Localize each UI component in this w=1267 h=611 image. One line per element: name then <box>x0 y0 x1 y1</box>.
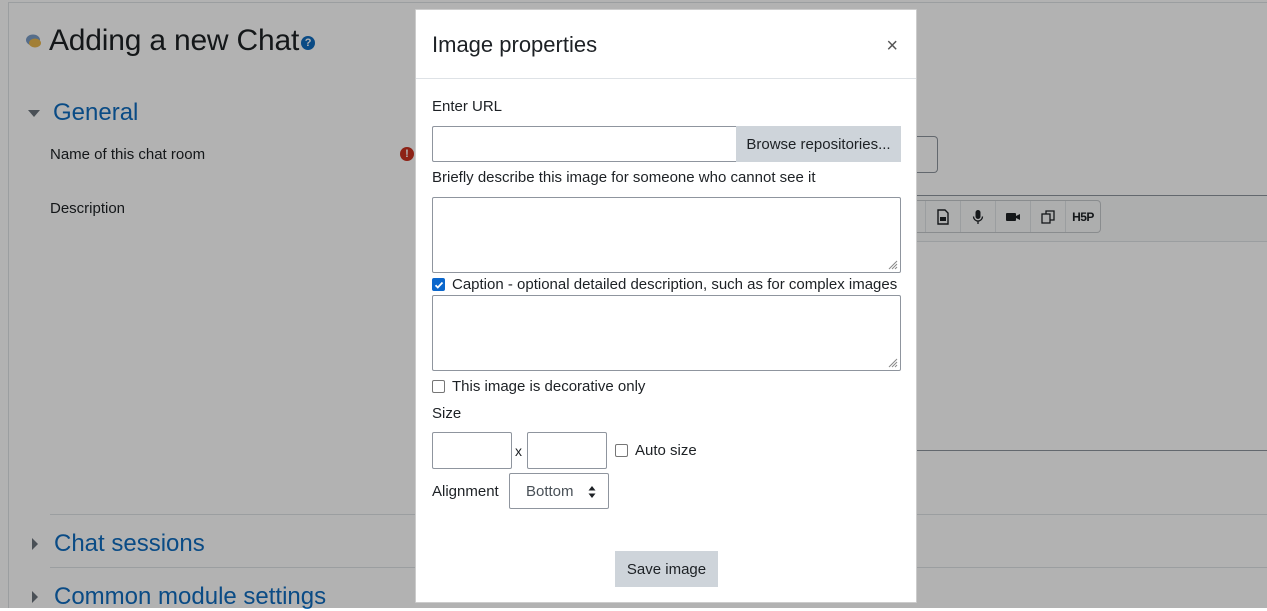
width-input[interactable] <box>432 432 512 469</box>
caption-textarea[interactable] <box>432 295 901 371</box>
decorative-checkbox-row[interactable]: This image is decorative only <box>432 378 645 395</box>
size-label: Size <box>432 405 462 422</box>
alignment-select[interactable]: Bottom <box>509 473 609 509</box>
alignment-value: Bottom <box>526 482 574 500</box>
modal-header: Image properties × <box>416 10 916 79</box>
url-input[interactable] <box>432 126 737 162</box>
caption-label: Caption - optional detailed description,… <box>452 276 898 293</box>
modal-title: Image properties <box>432 32 598 57</box>
url-label: Enter URL <box>432 98 503 115</box>
height-input[interactable] <box>527 432 607 469</box>
select-arrows-icon <box>588 486 596 498</box>
size-separator: x <box>515 443 522 459</box>
caption-checkbox-row[interactable]: Caption - optional detailed description,… <box>432 276 897 293</box>
auto-size-checkbox-row[interactable]: Auto size <box>615 442 697 459</box>
alignment-label: Alignment <box>432 483 499 500</box>
checkmark-icon <box>434 281 443 289</box>
decorative-checkbox[interactable] <box>432 380 445 393</box>
alt-text-textarea[interactable] <box>432 197 901 273</box>
image-properties-dialog: Image properties × Enter URL Browse repo… <box>415 9 917 603</box>
browse-repositories-button[interactable]: Browse repositories... <box>736 126 901 162</box>
close-icon[interactable]: × <box>886 36 898 56</box>
decorative-label: This image is decorative only <box>452 378 646 395</box>
alt-text-label: Briefly describe this image for someone … <box>432 169 816 186</box>
auto-size-checkbox[interactable] <box>615 444 628 457</box>
auto-size-label: Auto size <box>635 442 697 459</box>
caption-checkbox[interactable] <box>432 278 445 291</box>
save-image-button[interactable]: Save image <box>615 551 718 587</box>
resize-grip-icon[interactable] <box>886 258 898 270</box>
resize-grip-icon[interactable] <box>886 356 898 368</box>
